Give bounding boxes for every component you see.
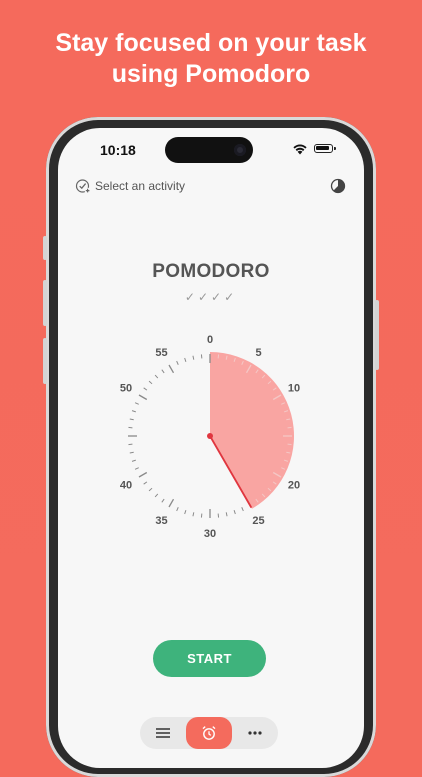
dial-tick: [149, 381, 152, 384]
headline-line-2: using Pomodoro: [0, 59, 422, 90]
tab-more[interactable]: [232, 717, 278, 749]
camera-icon: [234, 144, 246, 156]
phone-power-button: [375, 300, 379, 370]
select-activity-button[interactable]: Select an activity: [75, 177, 185, 195]
status-time: 10:18: [100, 142, 136, 158]
phone-mute-switch: [43, 236, 47, 260]
tab-timer[interactable]: [186, 717, 232, 749]
dial-tick: [144, 388, 147, 390]
dial-tick: [185, 358, 186, 362]
dial-label: 10: [288, 383, 300, 395]
list-icon: [156, 727, 170, 739]
timer-mode-title: POMODORO: [58, 261, 364, 283]
dial-tick: [139, 395, 147, 400]
status-bar: 10:18: [58, 128, 364, 170]
session-check-icon: ✓: [224, 290, 237, 304]
dial-tick: [135, 468, 139, 470]
battery-icon: [314, 144, 333, 153]
dial-label: 40: [120, 480, 132, 492]
dial-label: 20: [288, 480, 300, 492]
theme-toggle-icon[interactable]: [330, 178, 346, 194]
phone-volume-up: [43, 280, 47, 326]
dial-label: 25: [252, 515, 264, 527]
check-add-icon: [75, 178, 91, 194]
dial-label: 30: [204, 528, 216, 540]
activity-label: Select an activity: [95, 179, 185, 193]
timer-remaining-sector: [210, 352, 294, 509]
dial-tick: [193, 512, 194, 516]
headline-line-1: Stay focused on your task: [0, 28, 422, 59]
dial-center: [207, 433, 213, 439]
dial-tick: [169, 499, 174, 507]
alarm-icon: [201, 725, 217, 741]
dial-tick: [130, 452, 134, 453]
dial-tick: [234, 510, 235, 514]
dial-tick: [144, 482, 147, 484]
dial-tick: [135, 403, 139, 405]
dial-tick: [242, 507, 244, 511]
dial-tick: [162, 499, 164, 502]
phone-volume-down: [43, 338, 47, 384]
dial-label: 55: [155, 347, 167, 359]
dial-tick: [169, 365, 174, 373]
timer-dial[interactable]: 0510152025303540455055: [120, 333, 300, 543]
wifi-icon: [292, 143, 308, 155]
dial-tick: [155, 375, 158, 378]
dial-tick: [193, 356, 194, 360]
dial-label: 50: [120, 383, 132, 395]
tab-list[interactable]: [140, 717, 186, 749]
headline: Stay focused on your task using Pomodoro: [0, 28, 422, 90]
session-checks: ✓✓✓✓: [58, 290, 364, 304]
dial-tick: [139, 473, 147, 478]
dial-tick: [162, 370, 164, 373]
more-icon: [248, 731, 262, 735]
dial-tick: [130, 419, 134, 420]
dial-tick: [177, 361, 179, 365]
dial-tick: [177, 507, 179, 511]
bottom-tab-bar: [140, 717, 278, 749]
start-button[interactable]: START: [153, 640, 266, 677]
dial-tick: [155, 494, 158, 497]
app-screen: 10:18 Select an activity POMODORO ✓✓✓✓ 0…: [58, 128, 364, 768]
dial-tick: [149, 488, 152, 491]
dial-tick: [185, 510, 186, 514]
session-check-icon: ✓: [185, 290, 198, 304]
dial-tick: [226, 512, 227, 516]
session-check-icon: ✓: [211, 290, 224, 304]
dial-tick: [132, 411, 136, 412]
session-check-icon: ✓: [198, 290, 211, 304]
dial-label: 0: [207, 334, 213, 346]
dynamic-island: [165, 137, 253, 163]
dial-label: 5: [255, 347, 261, 359]
dial-tick: [132, 460, 136, 461]
dial-label: 35: [155, 515, 167, 527]
